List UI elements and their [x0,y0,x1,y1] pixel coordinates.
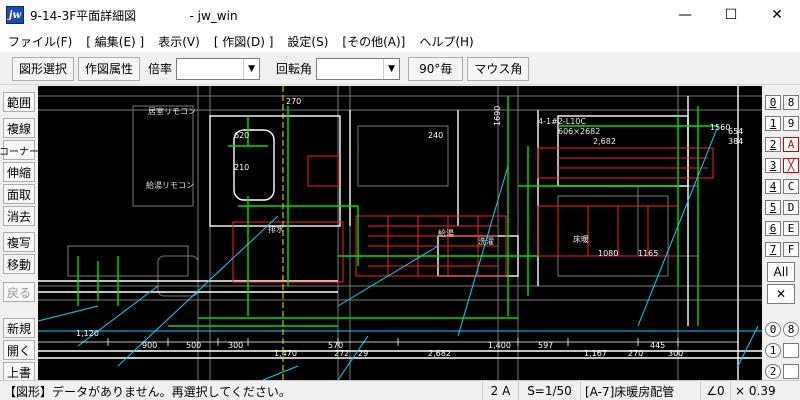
rotate-label: 回転角 [276,62,313,76]
cad-dim-17: 1690 [493,106,502,126]
tool-overwrite[interactable]: 上書 [3,362,35,382]
rotate-90-button[interactable]: 90°毎 [408,56,464,81]
tool-corner[interactable]: コーナー [0,140,39,160]
close-button[interactable]: ✕ [754,0,800,30]
rotate-select[interactable]: ▼ [316,57,401,80]
rotate-dropdown-icon[interactable]: ▼ [383,58,399,79]
cad-label-room-b: 給湯リモコン [146,180,194,190]
tool-move[interactable]: 移動 [3,254,35,274]
figure-attr-button[interactable]: 作図属性 [78,56,141,81]
cad-tag-4: 排水 [268,224,284,234]
window-title: 9-14-3F平面詳細図 - jw_win [30,8,238,23]
tool-copy[interactable]: 複写 [3,232,35,252]
tool-range[interactable]: 範囲 [3,92,35,112]
layer-4[interactable]: 4 [765,179,781,194]
layer-7[interactable]: 7 [765,242,781,257]
tool-undo[interactable]: 戻る [3,282,35,302]
figure-select-button[interactable]: 図形選択 [12,56,75,81]
menu-other[interactable]: [その他(A)] [338,33,409,50]
scale-select[interactable]: ▼ [176,57,261,80]
cad-tag-5: 給湯 [438,228,454,238]
cad-tag-7: 床暖 [573,234,589,244]
menu-file[interactable]: ファイル(F) [4,33,76,50]
layer-8[interactable]: 8 [783,95,799,110]
cad-tag-9: 1165 [638,249,658,258]
cad-dim-1: 1,120 [76,329,99,338]
cad-tag-2: 606×2682 [558,127,600,136]
cad-dim-15b: 300 [668,349,683,358]
status-layer[interactable]: 2 A [482,382,518,400]
layer-B-hidden-icon: ╳ [787,159,795,172]
cad-dim-19: 654 [728,127,743,136]
menu-settings[interactable]: 設定(S) [283,33,332,50]
cad-dim-15: 210 [234,163,249,172]
cad-dim-5: 1,470 [274,349,297,358]
maximize-button[interactable]: ☐ [708,0,754,30]
tool-offset-line[interactable]: 複線 [3,118,35,138]
tool-chamfer[interactable]: 面取 [3,184,35,204]
mouse-angle-button[interactable]: マウス角 [467,56,530,81]
layer-D[interactable]: D [783,200,799,215]
status-angle[interactable]: ∠0 [700,382,730,400]
app-icon[interactable]: jw [6,6,24,24]
layer-C[interactable]: C [783,179,799,194]
cad-dim-20: 384 [728,137,743,146]
scale-label: 倍率 [148,62,173,76]
layer-2[interactable]: 2 [765,137,781,152]
layer-group-1[interactable]: 1 [765,343,781,358]
cad-tag-1: 4-1#2-L10C [538,117,586,126]
layer-1[interactable]: 1 [765,116,781,131]
layer-6[interactable]: 6 [765,221,781,236]
toolbar: 図形選択 作図属性 倍率 ▼ 回転角 ▼ 90°毎 マウス角 [0,53,800,85]
menu-bar: ファイル(F) [ 編集(E) ] 表示(V) [ 作図(D) ] 設定(S) … [0,30,800,52]
layer-group-A[interactable] [783,364,799,379]
menu-draw[interactable]: [ 作図(D) ] [210,33,278,50]
cad-drawing: 居室リモコン 給湯リモコン 4-1#2-L10C 606×2682 2,682 … [38,86,762,380]
layer-all-button[interactable]: All [767,262,795,282]
cad-tag-3: 2,682 [593,137,616,146]
layer-5[interactable]: 5 [765,200,781,215]
layer-group-0[interactable]: 0 [765,322,781,337]
layer-3[interactable]: 3 [765,158,781,173]
cad-dim-13b: 270 [628,349,643,358]
tool-new[interactable]: 新規 [3,318,35,338]
status-zoom[interactable]: × 0.39 [730,382,800,400]
layer-A[interactable]: A [783,137,799,152]
menu-view[interactable]: 表示(V) [154,33,204,50]
cad-dim-8: 29 [358,349,368,358]
cad-dim-14: 620 [234,131,249,140]
drawing-canvas[interactable]: 居室リモコン 給湯リモコン 4-1#2-L10C 606×2682 2,682 … [38,86,762,380]
layer-group-8[interactable]: 8 [783,322,799,337]
layer-9[interactable]: 9 [783,116,799,131]
cad-dim-13: 270 [286,97,301,106]
left-tool-panel: 範囲 複線 コーナー 伸縮 面取 消去 複写 移動 戻る 新規 開く 上書 [0,86,39,382]
layer-panel: 0 8 1 9 2 A 3 ╳ 4 C 5 D 6 E 7 F All ✕ 0 … [762,86,800,380]
layer-group-2[interactable]: 2 [765,364,781,379]
cad-dim-9: 2,682 [428,349,451,358]
status-message: 【図形】データがありません。再選択してください。 [4,384,291,399]
tool-open[interactable]: 開く [3,340,35,360]
cad-label-room-a: 居室リモコン [148,106,196,116]
layer-close-button[interactable]: ✕ [767,284,795,304]
cad-tag-8: 1080 [598,249,618,258]
menu-help[interactable]: ヘルプ(H) [415,33,477,50]
cad-tag-6: 洗濯 [478,236,494,246]
layer-E[interactable]: E [783,221,799,236]
cad-dim-16: 240 [428,131,443,140]
layer-group-9[interactable] [783,343,799,358]
layer-0[interactable]: 0 [765,95,781,110]
status-bar: 【図形】データがありません。再選択してください。 2 A S=1/50 [A-7… [0,380,800,400]
status-layer-name[interactable]: [A-7]床暖房配管 [580,382,700,400]
minimize-button[interactable]: — [662,0,708,30]
cad-dim-7: 272 [334,349,349,358]
tool-erase[interactable]: 消去 [3,206,35,226]
tool-stretch[interactable]: 伸縮 [3,162,35,182]
cad-dim-12: 1,167 [584,349,607,358]
title-bar: jw 9-14-3F平面詳細図 - jw_win — ☐ ✕ [0,0,800,30]
menu-edit[interactable]: [ 編集(E) ] [82,33,148,50]
layer-B[interactable]: ╳ [783,158,799,173]
layer-F[interactable]: F [783,242,799,257]
scale-dropdown-icon[interactable]: ▼ [243,58,259,79]
status-scale[interactable]: S=1/50 [518,382,580,400]
